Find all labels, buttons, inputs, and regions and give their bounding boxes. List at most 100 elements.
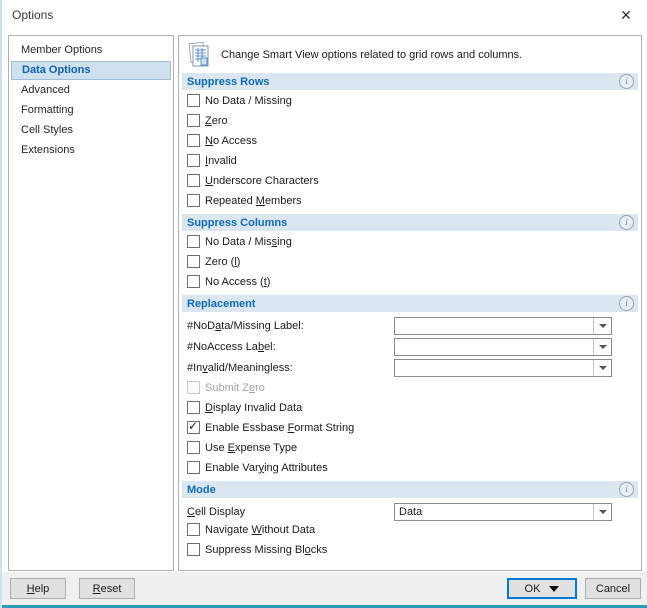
noaccess-label-combobox[interactable] (394, 338, 612, 356)
checkbox-row-no-access-rows[interactable]: No Access (187, 134, 633, 147)
content-panel: Change Smart View options related to gri… (178, 35, 642, 571)
field-noaccess-label: #NoAccess Label: (187, 337, 612, 356)
section-title: Suppress Rows (182, 76, 270, 88)
checkbox-row-submit-zero: Submit Zero (187, 381, 633, 394)
checkbox-row-invalid[interactable]: Invalid (187, 154, 633, 167)
cancel-button-label: Cancel (596, 583, 630, 595)
checkbox-label: Suppress Missing Blocks (205, 544, 327, 556)
field-label: #NoData/Missing Label: (187, 320, 394, 332)
checkbox-label: Invalid (205, 155, 237, 167)
checkbox-label: Display Invalid Data (205, 402, 302, 414)
smartview-grid-icon (187, 42, 211, 68)
window-title: Options (12, 8, 53, 22)
footer-button-bar: Help Reset OK Cancel (2, 572, 647, 605)
field-label: #NoAccess Label: (187, 341, 394, 353)
info-icon[interactable]: i (619, 74, 634, 89)
sidebar-item-formatting[interactable]: Formatting (11, 101, 171, 120)
checkbox-label: Zero (205, 115, 228, 127)
sidebar-item-member-options[interactable]: Member Options (11, 41, 171, 60)
checkbox (187, 381, 200, 394)
checkbox-label: Underscore Characters (205, 175, 319, 187)
checkbox[interactable] (187, 174, 200, 187)
dropdown-arrow-icon[interactable] (593, 504, 611, 520)
checkbox-row-suppress-missing-blocks[interactable]: Suppress Missing Blocks (187, 543, 633, 556)
checkbox[interactable] (187, 461, 200, 474)
checkbox-label: Repeated Members (205, 195, 302, 207)
cancel-button[interactable]: Cancel (585, 578, 641, 599)
checkbox[interactable] (187, 154, 200, 167)
checkbox-label: No Access (t) (205, 276, 270, 288)
sidebar-item-cell-styles[interactable]: Cell Styles (11, 121, 171, 140)
checkbox[interactable] (187, 194, 200, 207)
sidebar-item-extensions[interactable]: Extensions (11, 141, 171, 160)
checkbox[interactable] (187, 543, 200, 556)
checkbox[interactable] (187, 235, 200, 248)
info-icon[interactable]: i (619, 296, 634, 311)
checkbox-row-enable-varying-attributes[interactable]: Enable Varying Attributes (187, 461, 633, 474)
sidebar-item-data-options[interactable]: Data Options (11, 61, 171, 80)
nodata-missing-label-combobox[interactable] (394, 317, 612, 335)
checkbox-row-use-expense-type[interactable]: Use Expense Type (187, 441, 633, 454)
checkbox-row-navigate-without-data[interactable]: Navigate Without Data (187, 523, 633, 536)
info-icon[interactable]: i (619, 482, 634, 497)
checkbox-label: No Data / Missing (205, 95, 292, 107)
page-description-row: Change Smart View options related to gri… (179, 36, 641, 70)
sidebar-item-advanced[interactable]: Advanced (11, 81, 171, 100)
ok-button-label: OK (525, 583, 541, 595)
checkbox[interactable] (187, 94, 200, 107)
checkbox-row-zero-cols[interactable]: Zero (l) (187, 255, 633, 268)
field-nodata-missing-label: #NoData/Missing Label: (187, 316, 612, 335)
checkbox-label: No Data / Missing (205, 236, 292, 248)
checkbox[interactable] (187, 523, 200, 536)
dropdown-arrow-icon[interactable] (593, 339, 611, 355)
section-title: Suppress Columns (182, 217, 287, 229)
field-cell-display: Cell Display Data (187, 502, 612, 521)
checkbox-row-enable-essbase-format-string[interactable]: Enable Essbase Format String (187, 421, 633, 434)
field-invalid-meaningless: #Invalid/Meaningless: (187, 358, 612, 377)
sidebar: Member Options Data Options Advanced For… (8, 35, 174, 571)
checkbox[interactable] (187, 441, 200, 454)
title-bar: Options ✕ (2, 0, 647, 30)
section-title: Replacement (182, 298, 255, 310)
checkbox[interactable] (187, 114, 200, 127)
cell-display-combobox[interactable]: Data (394, 503, 612, 521)
reset-button[interactable]: Reset (79, 578, 135, 599)
dropdown-arrow-icon[interactable] (593, 360, 611, 376)
section-header-replacement: Replacement i (182, 295, 638, 312)
section-header-mode: Mode i (182, 481, 638, 498)
field-label: #Invalid/Meaningless: (187, 362, 394, 374)
section-header-suppress-rows: Suppress Rows i (182, 73, 638, 90)
checkbox-row-underscore-characters[interactable]: Underscore Characters (187, 174, 633, 187)
close-icon[interactable]: ✕ (615, 4, 637, 26)
checkbox-label: Enable Essbase Format String (205, 422, 354, 434)
checkbox-row-display-invalid-data[interactable]: Display Invalid Data (187, 401, 633, 414)
checkbox[interactable] (187, 421, 200, 434)
dropdown-arrow-icon[interactable] (593, 318, 611, 334)
checkbox[interactable] (187, 255, 200, 268)
checkbox[interactable] (187, 275, 200, 288)
checkbox-row-zero-rows[interactable]: Zero (187, 114, 633, 127)
checkbox-row-no-data-missing-rows[interactable]: No Data / Missing (187, 94, 633, 107)
checkbox-label: Enable Varying Attributes (205, 462, 328, 474)
checkbox-row-no-access-cols[interactable]: No Access (t) (187, 275, 633, 288)
checkbox-label: Submit Zero (205, 382, 265, 394)
checkbox-label: Use Expense Type (205, 442, 297, 454)
options-dialog: Options ✕ Member Options Data Options Ad… (0, 0, 647, 608)
invalid-meaningless-combobox[interactable] (394, 359, 612, 377)
ok-button[interactable]: OK (507, 578, 577, 599)
checkbox-label: Zero (l) (205, 256, 240, 268)
combo-value: Data (395, 506, 593, 518)
field-label: Cell Display (187, 506, 394, 518)
page-description: Change Smart View options related to gri… (221, 49, 522, 61)
help-button[interactable]: Help (10, 578, 66, 599)
checkbox-label: No Access (205, 135, 257, 147)
section-header-suppress-columns: Suppress Columns i (182, 214, 638, 231)
checkbox[interactable] (187, 134, 200, 147)
checkbox-label: Navigate Without Data (205, 524, 315, 536)
ok-dropdown-arrow-icon[interactable] (549, 586, 559, 592)
checkbox-row-no-data-missing-cols[interactable]: No Data / Missing (187, 235, 633, 248)
info-icon[interactable]: i (619, 215, 634, 230)
section-title: Mode (182, 484, 216, 496)
checkbox-row-repeated-members[interactable]: Repeated Members (187, 194, 633, 207)
checkbox[interactable] (187, 401, 200, 414)
